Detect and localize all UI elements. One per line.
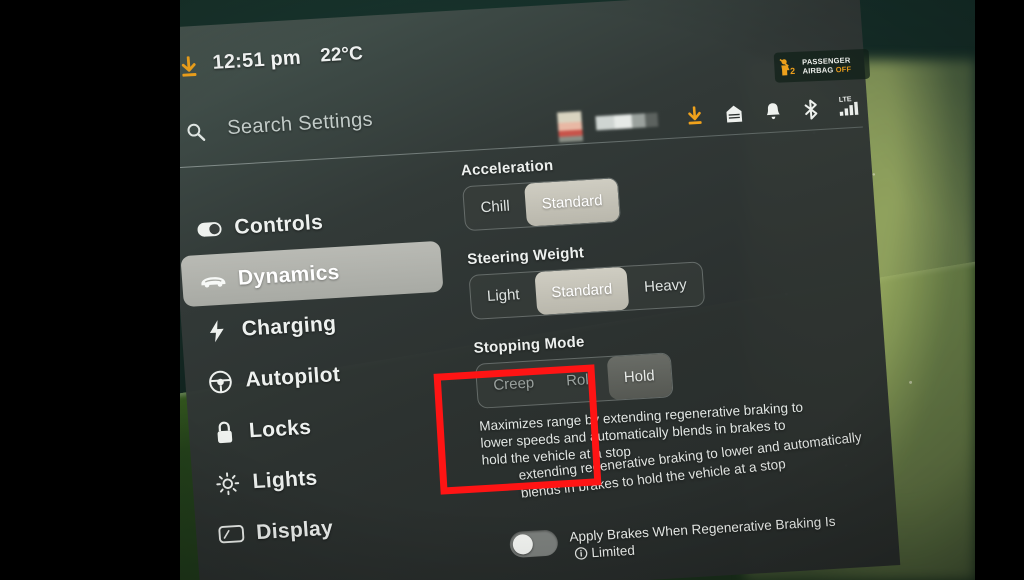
search-icon (185, 122, 206, 143)
apply-brakes-toggle[interactable] (508, 529, 559, 559)
stopping-mode-segmented-control[interactable]: Creep Roll Hold (474, 352, 674, 409)
avatar[interactable] (557, 111, 584, 143)
letterbox-right (975, 0, 1024, 580)
stopping-mode-option-roll[interactable]: Roll (549, 357, 610, 403)
svg-text:2: 2 (790, 66, 796, 76)
steering-weight-segmented-control[interactable]: Light Standard Heavy (468, 261, 706, 321)
sidebar-item-label: Display (255, 516, 334, 544)
toggle-knob (512, 533, 534, 555)
stopping-mode-section: Stopping Mode Creep Roll Hold Maximizes … (473, 316, 892, 469)
stopping-mode-option-creep[interactable]: Creep (476, 361, 552, 408)
clock: 12:51 pm (211, 46, 302, 74)
sidebar-item-label: Charging (240, 311, 337, 341)
airbag-status: OFF (835, 64, 852, 75)
sun-brightness-icon (210, 470, 246, 496)
download-arrow-icon[interactable] (178, 55, 200, 79)
passenger-airbag-indicator: 2 PASSENGER AIRBAG OFF (773, 48, 871, 83)
acceleration-segmented-control[interactable]: Chill Standard (462, 177, 622, 232)
steering-weight-section: Steering Weight Light Standard Heavy (466, 227, 881, 321)
steering-weight-option-light[interactable]: Light (470, 272, 537, 319)
steering-weight-option-heavy[interactable]: Heavy (627, 262, 704, 309)
padlock-icon (206, 419, 242, 445)
driver-profile-name-redacted[interactable] (595, 112, 659, 131)
screenshot-stage: 12:51 pm 22°C Search Settings LTE 2 PASS… (0, 0, 1024, 580)
stopping-mode-title: Stopping Mode (473, 333, 586, 357)
airbag-label: PASSENGER AIRBAG OFF (802, 56, 852, 76)
settings-sidebar: Controls Dynamics Charging Autopilot Loc… (177, 189, 470, 561)
steering-weight-title: Steering Weight (466, 244, 585, 269)
acceleration-option-standard[interactable]: Standard (524, 178, 621, 227)
display-screen-icon (214, 524, 249, 545)
sidebar-item-label: Autopilot (244, 362, 341, 392)
sidebar-item-label: Controls (233, 210, 324, 239)
steering-wheel-icon (203, 369, 239, 395)
tesla-touchscreen-ui: 12:51 pm 22°C Search Settings LTE 2 PASS… (160, 0, 901, 580)
software-update-download-icon[interactable] (685, 106, 705, 132)
info-circle-icon[interactable] (574, 547, 588, 565)
letterbox-left (0, 0, 180, 580)
lightning-bolt-icon (199, 318, 235, 344)
car-icon (196, 271, 231, 289)
acceleration-option-chill[interactable]: Chill (463, 184, 527, 231)
sidebar-item-label: Dynamics (237, 260, 341, 290)
steering-weight-option-standard[interactable]: Standard (533, 266, 630, 316)
sidebar-item-label: Locks (248, 415, 312, 442)
dynamics-settings-content: Acceleration Chill Standard Steering Wei… (460, 138, 893, 560)
stopping-mode-description: Maximizes range by extending regenerativ… (478, 399, 804, 468)
search-input-placeholder[interactable]: Search Settings (227, 109, 374, 141)
lte-signal-icon[interactable]: LTE (836, 92, 866, 123)
svg-text:LTE: LTE (839, 96, 853, 104)
bell-icon[interactable] (764, 101, 783, 126)
toggle-switch-icon (192, 220, 227, 238)
sidebar-item-label: Lights (251, 465, 319, 493)
apply-brakes-label-part2: Limited (590, 542, 636, 561)
bluetooth-icon[interactable] (803, 99, 820, 125)
outside-temperature: 22°C (319, 43, 364, 67)
airbag-line2: AIRBAG (802, 65, 834, 76)
home-icon[interactable] (725, 104, 744, 129)
stopping-mode-option-hold[interactable]: Hold (606, 353, 673, 400)
airbag-person-icon: 2 (778, 57, 799, 78)
